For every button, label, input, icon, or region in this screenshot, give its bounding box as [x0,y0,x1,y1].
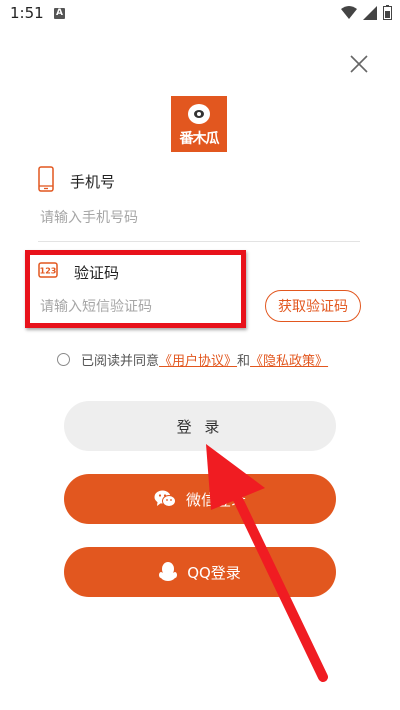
signal-icon [363,5,377,20]
app-logo: 番木瓜 [171,96,227,152]
phone-icon [38,166,54,192]
agreement-row: 已阅读并同意 《用户协议》 和 《隐私政策》 [57,349,328,369]
login-button-label: 登 录 [176,417,224,436]
qq-penguin-icon [159,562,178,582]
get-code-button[interactable]: 获取验证码 [265,290,361,322]
phone-divider [38,241,360,242]
wechat-icon [154,490,176,508]
login-page: 1:51 A 番木瓜 手机号 请输入手机号码 123 验证码 请输入短信验证码 … [0,0,400,710]
qq-login-button[interactable]: QQ登录 [64,547,336,597]
close-icon [350,55,368,73]
status-time: 1:51 [10,4,44,22]
close-button[interactable] [347,52,371,76]
battery-icon [383,5,392,20]
status-icons [341,5,392,20]
wifi-icon [341,5,357,19]
highlight-box [25,250,246,328]
agreement-checkbox[interactable] [57,352,70,366]
user-agreement-link[interactable]: 《用户协议》 [159,350,237,369]
privacy-policy-link[interactable]: 《隐私政策》 [250,350,328,369]
logo-text: 番木瓜 [179,131,220,147]
notification-a-icon: A [54,8,65,19]
agreement-prefix: 已阅读并同意 [81,353,160,369]
qq-login-label: QQ登录 [187,563,241,582]
phone-label: 手机号 [70,173,116,191]
wechat-login-button[interactable]: 微信登录 [64,474,336,524]
status-bar: 1:51 A [0,0,400,28]
agreement-conjunction: 和 [237,353,251,369]
wechat-login-label: 微信登录 [185,490,246,509]
login-button[interactable]: 登 录 [64,401,336,451]
phone-input[interactable] [40,207,340,229]
